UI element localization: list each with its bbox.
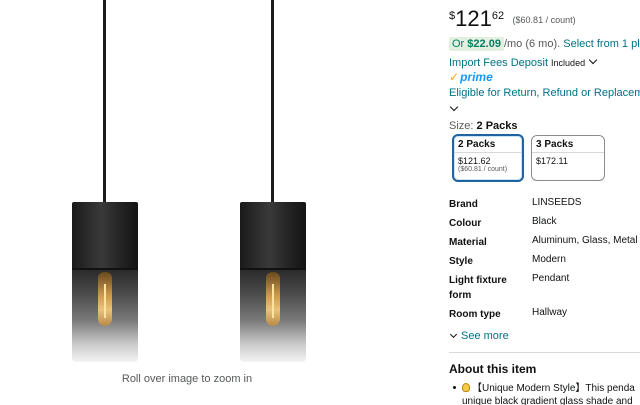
prime-label: prime xyxy=(460,70,493,84)
divider xyxy=(449,352,640,353)
zoom-hint: Roll over image to zoom in xyxy=(121,373,253,385)
monthly-term: /mo (6 mo). xyxy=(503,38,561,50)
monthly-amount: $22.09 xyxy=(467,38,501,50)
spec-key: Brand xyxy=(449,199,478,210)
import-fees-link[interactable]: Import Fees Deposit xyxy=(449,57,548,69)
bullet-dot xyxy=(453,386,456,389)
price-whole: 121 xyxy=(455,6,492,31)
price: $12162 ($60.81 / count) xyxy=(449,8,576,31)
size-option-3-packs[interactable]: 3 Packs $172.11 xyxy=(531,135,605,181)
chevron-down-icon xyxy=(449,330,458,339)
spec-key: Light fixture form xyxy=(449,275,507,301)
monthly-payment: Or $22.09/mo (6 mo). Select from 1 pla xyxy=(449,37,640,51)
size-option-title: 3 Packs xyxy=(532,136,604,153)
see-more-label: See more xyxy=(461,330,509,342)
size-option-2-packs[interactable]: 2 Packs $121.62 ($60.81 / count) xyxy=(452,134,524,182)
spec-key: Material xyxy=(449,237,487,248)
size-option-title: 2 Packs xyxy=(454,136,522,153)
spec-value: Hallway xyxy=(532,307,568,318)
import-fees: Import Fees Deposit Included xyxy=(449,55,598,69)
spec-value: Modern xyxy=(532,254,566,265)
spec-value: Pendant xyxy=(532,273,570,284)
size-label: Size: 2 Packs xyxy=(449,120,518,132)
spec-key: Room type xyxy=(449,309,501,320)
size-option-price: $172.11 xyxy=(536,156,568,166)
size-label-text: Size: xyxy=(449,120,474,132)
returns-link[interactable]: Eligible for Return, Refund or Replaceme… xyxy=(449,87,640,99)
chevron-down-icon[interactable] xyxy=(588,55,598,65)
spec-value: LINSEEDS xyxy=(532,197,582,208)
size-option-unit-price: ($60.81 / count) xyxy=(458,166,508,173)
size-selected: 2 Packs xyxy=(476,120,518,132)
fees-included: Included xyxy=(551,58,586,68)
spec-key: Style xyxy=(449,256,473,267)
spec-value: Black xyxy=(532,216,557,227)
about-bullet: 【Unique Modern Style】This penda unique b… xyxy=(453,382,635,405)
about-bullet-line-1: 【Unique Modern Style】This penda xyxy=(472,383,635,394)
prime-badge: ✓prime xyxy=(449,70,493,84)
buy-box: $12162 ($60.81 / count) Or $22.09/mo (6 … xyxy=(449,0,640,405)
returns-chevron-down-icon[interactable] xyxy=(449,100,459,118)
about-title: About this item xyxy=(449,362,537,376)
select-plan-link[interactable]: Select from 1 pla xyxy=(563,38,640,50)
product-image[interactable]: Roll over image to zoom in xyxy=(0,0,430,405)
unit-price: ($60.81 / count) xyxy=(512,15,576,25)
price-fraction: 62 xyxy=(491,10,505,22)
monthly-badge: Or $22.09 xyxy=(449,37,504,51)
spec-value: Aluminum, Glass, Metal xyxy=(532,235,638,246)
spec-key: Colour xyxy=(449,218,482,229)
monthly-or: Or xyxy=(452,38,465,50)
see-more-link[interactable]: See more xyxy=(449,330,509,342)
lightbulb-icon xyxy=(462,383,470,392)
about-bullet-line-2: unique black gradient glass shade and xyxy=(462,396,633,405)
size-option-price: $121.62 xyxy=(458,156,491,166)
price-symbol: $ xyxy=(449,10,456,22)
prime-check-icon: ✓ xyxy=(449,70,460,84)
